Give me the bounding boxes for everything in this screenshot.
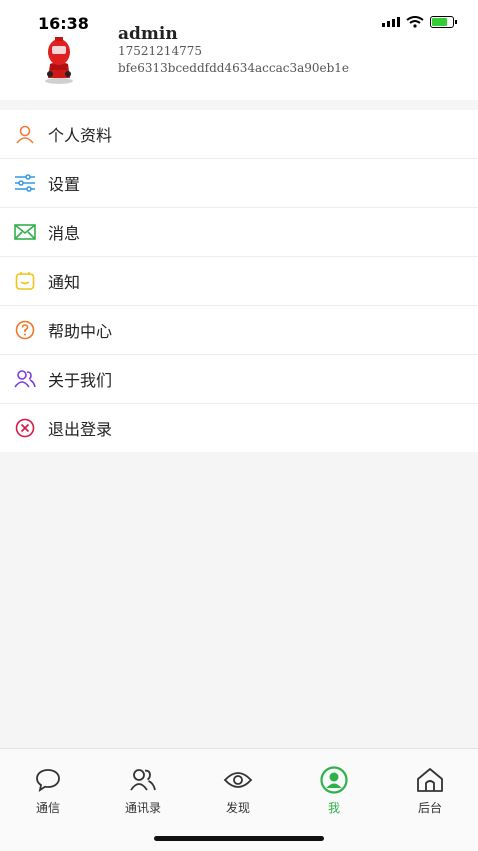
tab-chat[interactable]: 通信 — [18, 767, 78, 816]
tab-label: 发现 — [225, 801, 250, 815]
menu-item-notifications[interactable]: 通知 — [0, 257, 478, 306]
tab-label: 我 — [327, 801, 340, 815]
menu-item-messages[interactable]: 消息 — [0, 208, 478, 257]
tab-label: 后台 — [417, 801, 442, 815]
help-icon — [14, 319, 36, 341]
menu-item-label: 退出登录 — [48, 420, 113, 439]
profile-icon — [304, 766, 364, 794]
tab-discover[interactable]: 发现 — [208, 767, 268, 816]
home-indicator — [154, 836, 324, 841]
person-icon — [14, 123, 36, 145]
tab-label: 通信 — [35, 801, 60, 815]
home-icon — [400, 767, 460, 793]
tab-label: 通讯录 — [124, 801, 161, 815]
wifi-icon — [406, 16, 424, 28]
user-name: admin — [118, 24, 178, 44]
menu-item-profile[interactable]: 个人资料 — [0, 110, 478, 159]
menu-item-help[interactable]: 帮助中心 — [0, 306, 478, 355]
menu-item-label: 消息 — [48, 224, 81, 243]
menu-item-settings[interactable]: 设置 — [0, 159, 478, 208]
menu-item-label: 设置 — [48, 175, 81, 194]
avatar[interactable] — [33, 34, 85, 86]
battery-icon — [430, 16, 457, 28]
menu-item-label: 通知 — [48, 273, 81, 292]
status-time: 16:38 — [38, 14, 89, 33]
logout-icon — [14, 417, 36, 439]
notice-icon — [14, 270, 36, 292]
people-icon — [14, 368, 36, 390]
menu-item-logout[interactable]: 退出登录 — [0, 404, 478, 452]
eye-icon — [208, 767, 268, 793]
signal-icon — [382, 17, 400, 27]
user-id: bfe6313bceddfdd4634accac3a90eb1e — [118, 61, 350, 75]
sliders-icon — [14, 172, 36, 194]
menu-item-label: 关于我们 — [48, 371, 113, 390]
menu-item-about[interactable]: 关于我们 — [0, 355, 478, 404]
menu-item-label: 帮助中心 — [48, 322, 113, 341]
mail-icon — [14, 221, 36, 243]
settings-menu: 个人资料 设置 消息 通知 帮助中心 关于我们 退出登录 — [0, 110, 478, 452]
chat-icon — [18, 767, 78, 793]
tab-me[interactable]: 我 — [304, 766, 364, 816]
tab-contacts[interactable]: 通讯录 — [113, 767, 173, 816]
profile-header: 16:38 admin 17521214775 bfe6313bceddfdd4… — [0, 0, 478, 100]
status-icons — [382, 16, 457, 28]
user-phone: 17521214775 — [118, 44, 202, 58]
contacts-icon — [113, 767, 173, 793]
menu-item-label: 个人资料 — [48, 126, 113, 145]
tab-admin[interactable]: 后台 — [400, 767, 460, 816]
